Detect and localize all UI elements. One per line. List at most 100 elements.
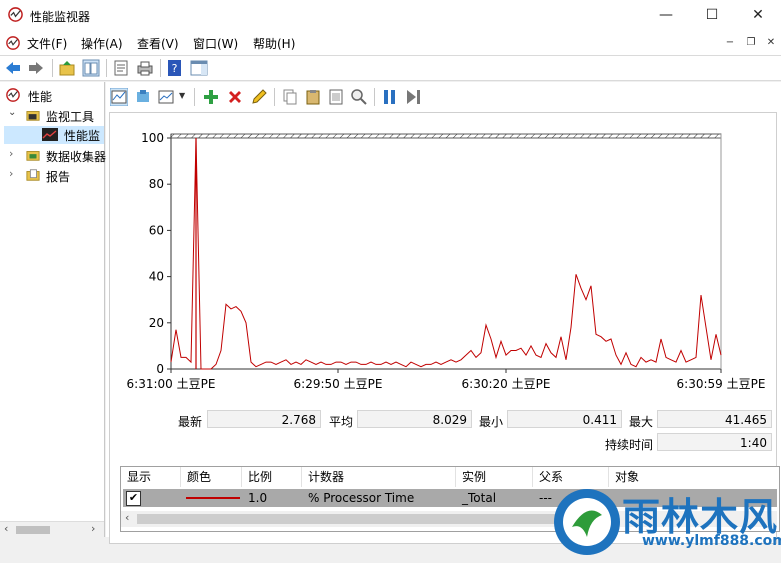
toolbar-separator: [52, 59, 53, 77]
zoom-icon[interactable]: [350, 88, 368, 106]
monitoring-tools-folder-icon: [26, 111, 40, 121]
menu-help[interactable]: 帮助(H): [253, 35, 295, 52]
x-tick-label: 6:30:20 土豆PE: [462, 377, 551, 391]
performance-monitor-icon: [8, 7, 23, 22]
menu-bar: 文件(F) 操作(A) 查看(V) 窗口(W) 帮助(H) − ❐ ✕: [0, 31, 781, 56]
child-minimize-button[interactable]: −: [723, 37, 737, 50]
update-data-step-icon[interactable]: [404, 88, 422, 106]
column-header-show[interactable]: 显示: [121, 467, 181, 487]
system-menu-icon[interactable]: [6, 36, 20, 50]
scrollbar-thumb[interactable]: [16, 526, 50, 534]
properties-icon[interactable]: [327, 88, 345, 106]
minimize-button[interactable]: —: [643, 0, 689, 31]
watermark-url: www.ylmf888.com: [642, 533, 781, 549]
delete-counter-icon[interactable]: [226, 88, 244, 106]
window-title: 性能监视器: [30, 10, 91, 24]
average-value: 8.029: [357, 410, 472, 428]
minimum-label: 最小: [479, 415, 504, 429]
x-tick-label: 6:30:59 土豆PE: [677, 377, 766, 391]
data-collector-sets-icon: [26, 151, 40, 161]
y-tick-label: 0: [156, 362, 164, 376]
scroll-left-arrow-icon[interactable]: ‹: [125, 511, 129, 524]
watermark-logo: [554, 489, 620, 555]
series-line: [170, 137, 722, 370]
y-tick-label: 60: [149, 223, 164, 237]
scroll-right-arrow-icon[interactable]: ›: [91, 522, 95, 535]
up-folder-icon[interactable]: [58, 59, 76, 77]
watermark: 雨林木风 www.ylmf888.com: [552, 482, 781, 563]
tree-item-performance-monitor[interactable]: 性能监: [4, 126, 104, 144]
toolbar-separator: [374, 88, 375, 106]
tree-item-label: 性能监: [64, 129, 101, 143]
collapsed-chevron-icon[interactable]: ›: [9, 147, 13, 160]
show-hide-action-pane-icon[interactable]: [190, 59, 208, 77]
toolbar-separator: [160, 59, 161, 77]
graph-toolbar: ▼: [106, 82, 781, 112]
show-checkbox[interactable]: ✔: [126, 491, 141, 506]
maximum-value: 41.465: [657, 410, 772, 428]
expanded-chevron-icon[interactable]: ⌄: [8, 107, 16, 118]
view-log-data-icon[interactable]: [134, 88, 152, 106]
paste-counter-list-icon[interactable]: [304, 88, 322, 106]
row-instance: _Total: [462, 491, 497, 505]
reports-icon: [26, 169, 40, 181]
column-header-instance[interactable]: 实例: [456, 467, 533, 487]
collapsed-chevron-icon[interactable]: ›: [9, 167, 13, 180]
forward-arrow-icon[interactable]: [27, 59, 45, 77]
column-header-color[interactable]: 颜色: [181, 467, 242, 487]
menu-action[interactable]: 操作(A): [81, 35, 123, 52]
average-label: 平均: [329, 415, 354, 429]
freeze-display-pause-icon[interactable]: [381, 88, 399, 106]
scroll-left-arrow-icon[interactable]: ‹: [4, 522, 8, 535]
row-counter: % Processor Time: [308, 491, 415, 505]
show-hide-console-tree-icon[interactable]: [82, 59, 100, 77]
back-arrow-icon[interactable]: [4, 59, 22, 77]
print-icon[interactable]: [136, 59, 154, 77]
child-close-button[interactable]: ✕: [764, 37, 778, 50]
duration-value: 1:40: [657, 433, 772, 451]
copy-properties-icon[interactable]: [281, 88, 299, 106]
duration-label: 持续时间: [605, 438, 654, 452]
child-restore-button[interactable]: ❐: [744, 37, 758, 50]
series-color-swatch: [186, 497, 240, 499]
latest-label: 最新: [178, 415, 203, 429]
add-counter-icon[interactable]: [202, 88, 220, 106]
tree-item-label: 监视工具: [46, 110, 95, 124]
tree-item-label: 报告: [46, 170, 71, 184]
main-toolbar: ?: [0, 56, 781, 81]
tree-item-label: 数据收集器: [46, 150, 107, 164]
close-button[interactable]: ✕: [735, 0, 781, 31]
column-header-scale[interactable]: 比例: [242, 467, 302, 487]
dropdown-arrow-icon[interactable]: ▼: [179, 91, 185, 100]
line-chart: 100 80 60 40 20 06:31:00 土豆PE 6:29:50 土豆PE 6:30…: [127, 131, 766, 391]
toolbar-separator: [194, 88, 195, 106]
chart-top-band: [170, 133, 722, 139]
console-tree: 性能 ⌄ 监视工具 性能监 › 数据收集器 › 报告 ‹ ›: [0, 82, 107, 538]
minimum-value: 0.411: [507, 410, 622, 428]
view-current-activity-icon[interactable]: [110, 88, 128, 106]
column-header-counter[interactable]: 计数器: [302, 467, 456, 487]
menu-window[interactable]: 窗口(W): [193, 35, 238, 52]
toolbar-separator: [274, 88, 275, 106]
y-tick-label: 40: [149, 270, 164, 284]
menu-view[interactable]: 查看(V): [137, 35, 179, 52]
maximize-button[interactable]: ☐: [689, 0, 735, 31]
highlight-pencil-icon[interactable]: [250, 88, 268, 106]
help-icon[interactable]: ?: [166, 59, 184, 77]
x-tick-label: 6:31:00 土豆PE: [127, 377, 216, 391]
performance-monitor-chart-icon: [42, 128, 58, 141]
row-scale: 1.0: [248, 491, 268, 505]
scrollbar-thumb[interactable]: [137, 514, 557, 524]
change-graph-type-icon[interactable]: [157, 88, 175, 106]
svg-text:?: ?: [172, 62, 178, 75]
maximum-label: 最大: [629, 415, 654, 429]
properties-icon[interactable]: [112, 59, 130, 77]
y-tick-label: 20: [149, 316, 164, 330]
menu-file[interactable]: 文件(F): [27, 35, 67, 52]
title-bar: 性能监视器 — ☐ ✕: [0, 0, 781, 32]
tree-horizontal-scrollbar[interactable]: ‹ ›: [0, 521, 104, 538]
row-parent: ---: [539, 491, 552, 505]
performance-icon: [6, 88, 20, 102]
x-tick-label: 6:29:50 土豆PE: [294, 377, 383, 391]
tree-item-label: 性能: [28, 90, 53, 104]
